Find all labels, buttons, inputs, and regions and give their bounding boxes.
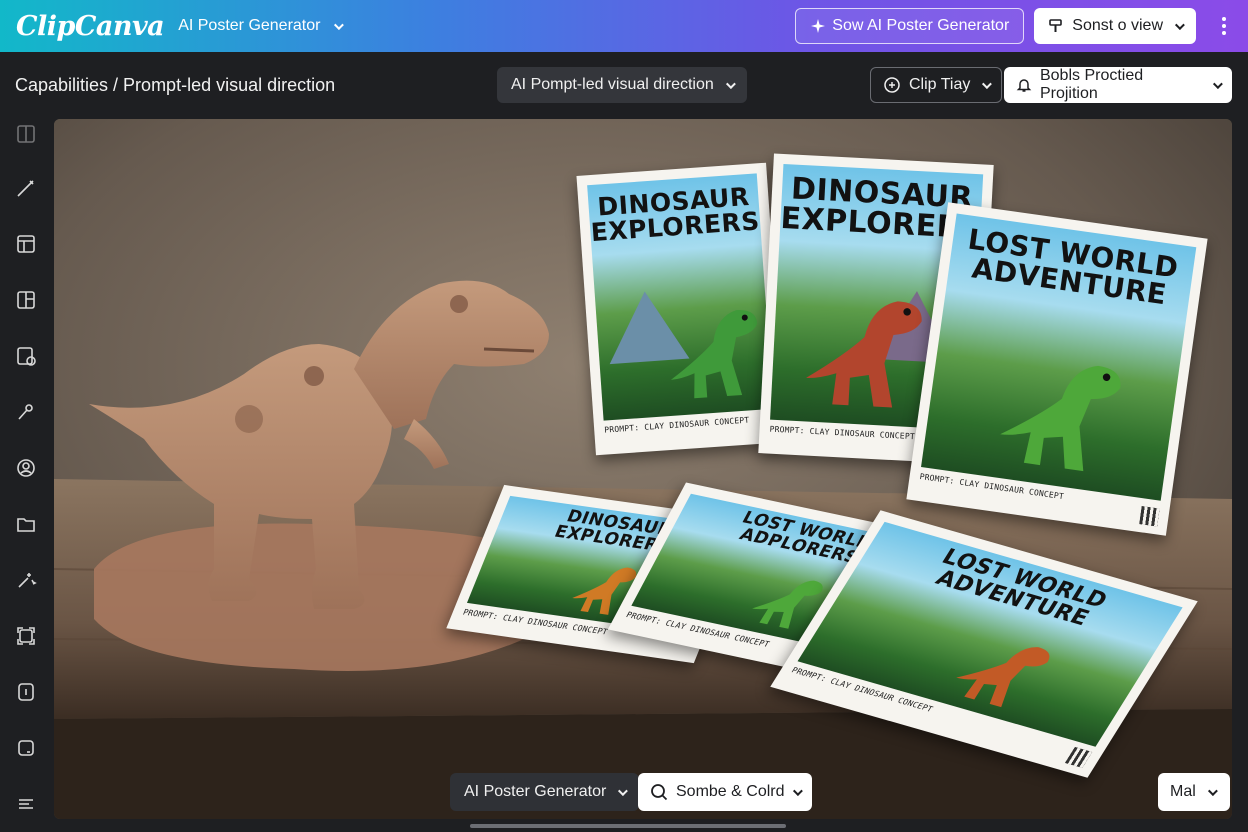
app-menu-label: AI Poster Generator [178,17,321,34]
projection-dropdown-label: Bobls Proctied Projition [1039,67,1144,102]
crop-icon[interactable] [14,624,38,648]
app-menu[interactable]: AI Poster Generator [178,17,345,35]
mode-dropdown-label: AI Pompt-led visual direction [511,76,714,93]
poster-title: DINOSAUR EXPLORERS [589,181,761,248]
magic-icon[interactable] [14,568,38,592]
poster-canvas[interactable]: DINOSAUR EXPLORERS PROMPT: CLAY DINOSAUR … [54,119,1232,819]
show-generator-button[interactable]: Sow AI Poster Generator [795,8,1025,44]
chevron-down-icon [618,785,629,796]
view-dropdown[interactable]: Sonst o view [1034,8,1196,44]
paint-roller-icon [1049,19,1063,32]
top-actions: Sow AI Poster Generator Sonst o view [795,8,1236,44]
poster-card[interactable]: DINOSAUR EXPLORERS PROMPT: CLAY DINOSAUR … [576,162,786,456]
search-dropdown[interactable]: Sombe & Colrd [638,773,812,811]
pen-tool-icon[interactable] [14,400,38,424]
dinosaur-illustration [1000,365,1121,472]
clip-dropdown[interactable]: Clip Tiay [870,67,1003,103]
breadcrumb[interactable]: Capabilities / Prompt-led visual directi… [15,75,335,96]
sparkle-icon [811,19,826,33]
projection-dropdown[interactable]: Bobls Proctied Projition [1004,67,1232,103]
poster-title: LOST WORLD ADVENTURE [965,222,1181,312]
frame-icon[interactable] [14,122,38,146]
dinosaur-illustration [806,301,922,408]
square-icon[interactable] [14,736,38,760]
chevron-down-icon [1212,78,1223,89]
chevron-down-icon [982,78,993,89]
info-icon[interactable] [14,680,38,704]
layout-icon[interactable] [14,232,38,256]
qr-code [1139,506,1160,527]
chevron-down-icon [792,785,803,796]
user-circle-icon[interactable] [14,456,38,480]
chevron-down-icon [1207,785,1218,796]
folder-icon[interactable] [14,512,38,536]
horizontal-scrollbar[interactable] [470,824,786,828]
brush-icon[interactable] [14,176,38,200]
mode-dropdown[interactable]: AI Pompt-led visual direction [497,67,747,103]
bell-icon [1016,79,1032,92]
mal-dropdown-label: Mal [1170,783,1196,800]
mal-dropdown[interactable]: Mal [1158,773,1230,811]
clip-dropdown-label: Clip Tiay [909,76,971,93]
chevron-down-icon [334,19,345,30]
generator-dropdown-label: AI Poster Generator [464,783,607,800]
view-dropdown-label: Sonst o view [1072,17,1163,34]
tool-sidebar [0,118,52,832]
sliders-icon[interactable] [14,792,38,816]
poster-card[interactable]: LOST WORLD ADVENTURE PROMPT: CLAY DINOSAU… [906,202,1208,536]
search-icon [651,784,668,801]
clip-icon [884,77,900,93]
poster-art: LOST WORLD ADVENTURE [921,213,1197,501]
sub-header: Capabilities / Prompt-led visual directi… [0,52,1248,118]
template-icon[interactable] [14,288,38,312]
chevron-down-icon [1174,19,1185,30]
poster-art: DINOSAUR EXPLORERS [587,173,774,421]
show-generator-label: Sow AI Poster Generator [832,17,1010,34]
upload-icon[interactable] [14,344,38,368]
more-options-icon[interactable] [1212,8,1236,44]
app-logo[interactable]: ClipCanva [16,11,165,42]
dinosaur-illustration [670,310,758,399]
top-bar: ClipCanva AI Poster Generator Sow AI Pos… [0,0,1248,52]
chevron-down-icon [725,78,736,89]
search-dropdown-label: Sombe & Colrd [676,783,785,800]
generator-dropdown[interactable]: AI Poster Generator [450,773,640,811]
